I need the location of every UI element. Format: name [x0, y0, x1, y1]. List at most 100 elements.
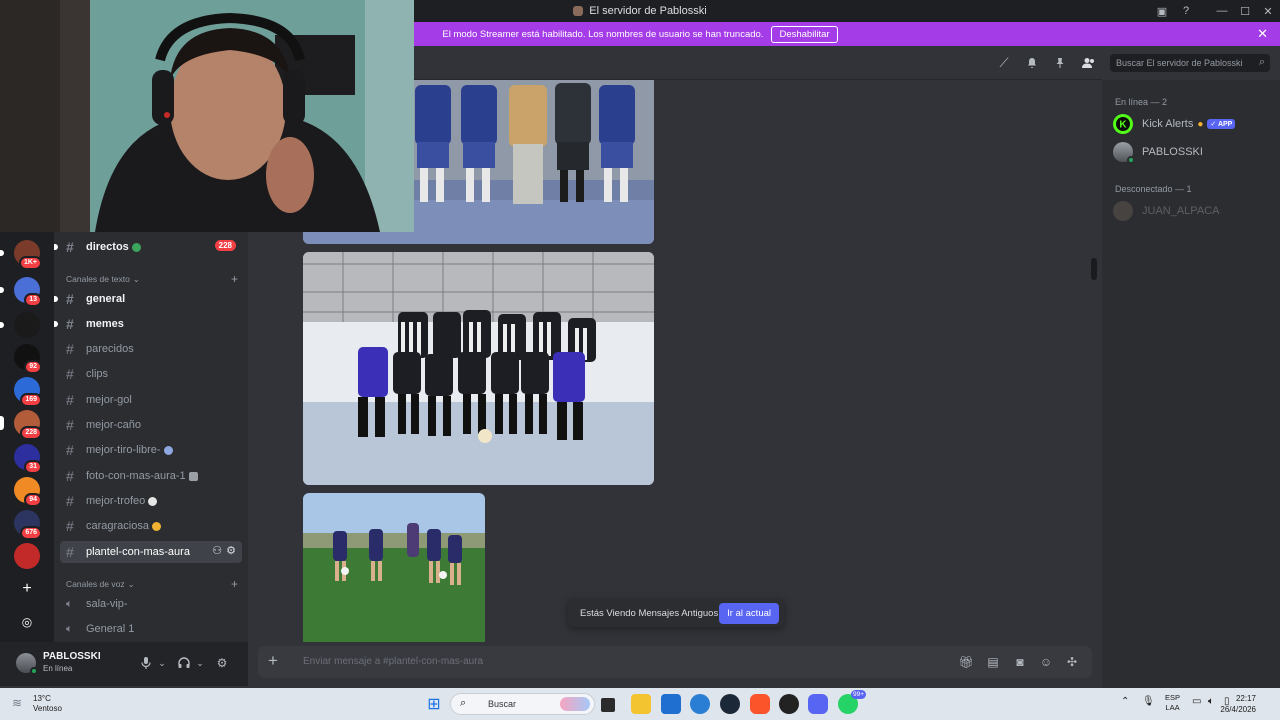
close-icon[interactable]: ✕	[1257, 26, 1268, 42]
discord-icon[interactable]	[808, 694, 828, 714]
hash-icon: #	[66, 518, 74, 534]
invite-icon[interactable]: ⚇	[212, 544, 222, 557]
weather-widget[interactable]: ≋ 13°C Ventoso	[12, 694, 62, 714]
server-icon[interactable]: 676	[14, 510, 42, 540]
pin-icon[interactable]	[1052, 55, 1068, 71]
search-icon: ⌕	[460, 697, 467, 709]
gif-icon[interactable]: ▤	[985, 654, 1001, 670]
kick-avatar: K	[1113, 114, 1133, 134]
close-window-button[interactable]: ✕	[1256, 0, 1280, 22]
voice-channel-sala-vip[interactable]: 🔈︎ sala-vip-	[60, 593, 242, 615]
server-icon[interactable]	[14, 543, 40, 569]
server-icon[interactable]: 1K+	[0, 240, 42, 270]
hash-icon: #	[66, 239, 74, 255]
task-view-icon[interactable]	[601, 698, 615, 712]
scrollbar[interactable]	[1091, 258, 1097, 280]
add-server-icon[interactable]: +	[15, 577, 39, 601]
help-icon[interactable]: ?	[1174, 0, 1198, 22]
voice-channel-general-1[interactable]: 🔈︎ General 1	[60, 618, 242, 640]
inbox-icon[interactable]: ▣	[1150, 0, 1174, 22]
create-channel-icon[interactable]: +	[231, 577, 238, 591]
server-icon[interactable]: 228	[0, 410, 42, 440]
hash-icon: #	[66, 291, 74, 307]
threads-icon[interactable]: ⟋	[996, 55, 1012, 71]
clock[interactable]: 22:17 26/4/2026	[1220, 693, 1256, 715]
image-attachment[interactable]	[303, 493, 485, 642]
windows-start-icon[interactable]: ⊞	[424, 694, 444, 714]
brave-icon[interactable]	[750, 694, 770, 714]
server-icon[interactable]	[0, 312, 40, 338]
channel-general[interactable]: # general	[54, 288, 242, 310]
gear-icon[interactable]: ⚙	[213, 654, 231, 672]
file-explorer-icon[interactable]	[631, 694, 651, 714]
heart-emoji-icon	[131, 242, 141, 252]
volume-icon[interactable]: 🔈︎	[1208, 696, 1214, 707]
app-tag: ✓ APP	[1207, 119, 1236, 129]
member-list-icon[interactable]	[1080, 55, 1096, 71]
channel-sidebar: # directos 228 Canales de texto ⌄ + # gene…	[54, 232, 248, 642]
online-status-icon	[30, 667, 38, 675]
steam-icon[interactable]	[720, 694, 740, 714]
member-kick-alerts[interactable]: K Kick Alerts ● ✓ APP	[1113, 112, 1273, 136]
discover-icon[interactable]: ◎	[15, 610, 39, 634]
display-icon[interactable]: ▭	[1192, 696, 1201, 707]
language-indicator[interactable]: ESP LAA	[1165, 693, 1180, 713]
gift-icon[interactable]: 🎁︎	[958, 654, 974, 670]
channel-directos[interactable]: # directos 228	[54, 236, 242, 258]
category-voice-channels[interactable]: Canales de voz ⌄ +	[66, 577, 242, 591]
channel-parecidos[interactable]: # parecidos	[60, 338, 242, 360]
username: PABLOSSKI	[43, 651, 101, 662]
hash-icon: #	[66, 392, 74, 408]
user-panel: PABLOSSKI En línea ⌄ ⌄ ⚙	[0, 642, 248, 686]
gear-icon[interactable]: ⚙	[226, 544, 236, 557]
channel-clips[interactable]: # clips	[60, 363, 242, 385]
chevron-up-icon[interactable]: ⌃	[1121, 696, 1129, 707]
bell-icon[interactable]	[1024, 55, 1040, 71]
add-attachment-icon[interactable]: +	[268, 651, 278, 671]
channel-mejor-cano[interactable]: # mejor-caño	[60, 414, 242, 436]
chevron-down-icon[interactable]: ⌄	[191, 654, 209, 672]
chevron-down-icon: ⌄	[127, 578, 135, 589]
channel-mejor-tiro-libre[interactable]: # mejor-tiro-libre-	[60, 439, 242, 461]
discord-app: El servidor de Pablosski ▣ ? — ☐ ✕ El mo…	[0, 0, 1280, 720]
jump-to-present-button[interactable]: Ir al actual	[719, 603, 779, 624]
edge-icon[interactable]	[690, 694, 710, 714]
chevron-down-icon[interactable]: ⌄	[153, 654, 171, 672]
microphone-icon[interactable]: 🎙︎	[1142, 696, 1155, 707]
create-channel-icon[interactable]: +	[231, 272, 238, 286]
server-icon[interactable]: 13	[0, 277, 42, 307]
category-text-channels[interactable]: Canales de texto ⌄ +	[66, 272, 242, 286]
emoji-icon[interactable]: ☺	[1038, 654, 1054, 670]
window-title: El servidor de Pablosski	[589, 5, 707, 17]
server-icon[interactable]: 169	[14, 377, 42, 407]
message-input[interactable]: Enviar mensaje a #plantel-con-mas-aura	[303, 656, 483, 667]
whatsapp-icon[interactable]: 99+	[838, 690, 866, 714]
minimize-button[interactable]: —	[1210, 0, 1234, 22]
channel-memes[interactable]: # memes	[54, 313, 242, 335]
message-composer[interactable]: + Enviar mensaje a #plantel-con-mas-aura…	[258, 646, 1092, 678]
apps-icon[interactable]: ✣	[1064, 654, 1080, 670]
server-icon[interactable]: 94	[14, 477, 42, 507]
webcam-overlay	[0, 0, 414, 232]
svg-text:K: K	[1119, 120, 1127, 131]
search-input[interactable]: Buscar El servidor de Pablosski ⌕	[1110, 54, 1270, 72]
server-icon[interactable]: 31	[14, 444, 42, 474]
store-icon[interactable]	[661, 694, 681, 714]
hash-icon: #	[66, 366, 74, 382]
channel-mejor-trofeo[interactable]: # mejor-trofeo	[60, 490, 242, 512]
image-attachment[interactable]	[303, 252, 654, 485]
member-juan-alpaca[interactable]: JUAN_ALPACA	[1113, 199, 1273, 223]
sticker-icon[interactable]: ◙	[1012, 654, 1028, 670]
channel-caragraciosa[interactable]: # caragraciosa	[60, 515, 242, 537]
server-icon[interactable]: 92	[14, 344, 42, 374]
member-pablosski[interactable]: PABLOSSKI	[1113, 140, 1273, 164]
channel-plantel-con-mas-aura[interactable]: # plantel-con-mas-aura ⚇ ⚙	[60, 541, 242, 563]
taskbar-search[interactable]: ⌕ Buscar	[450, 693, 595, 715]
channel-mejor-gol[interactable]: # mejor-gol	[60, 389, 242, 411]
hash-icon: #	[66, 341, 74, 357]
obs-icon[interactable]	[779, 694, 799, 714]
search-placeholder: Buscar El servidor de Pablosski	[1116, 58, 1243, 68]
channel-foto-con-mas-aura[interactable]: # foto-con-mas-aura-1	[60, 465, 242, 487]
disable-streamer-button[interactable]: Deshabilitar	[771, 25, 838, 43]
maximize-button[interactable]: ☐	[1233, 0, 1257, 22]
